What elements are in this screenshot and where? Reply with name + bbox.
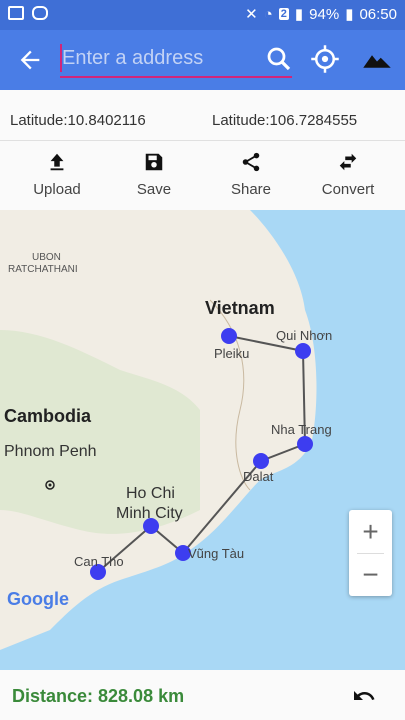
- map-label-minhcity: Minh City: [116, 505, 183, 522]
- upload-button[interactable]: Upload: [17, 151, 97, 198]
- status-bar: ✕ ◔ 2 ▮ 94% ▮ 06:50: [0, 0, 405, 30]
- map-canvas: UBON RATCHATHANI Vietnam Pleiku Qui Nhơn…: [0, 210, 405, 670]
- terrain-icon[interactable]: [362, 44, 394, 76]
- google-logo: Google: [7, 589, 69, 609]
- distance-text: Distance: 828.08 km: [12, 686, 185, 706]
- save-icon: [145, 153, 163, 171]
- map-label-phnompenh: Phnom Penh: [4, 443, 97, 460]
- clock: 06:50: [359, 5, 397, 23]
- map-label-dalat: Dalat: [243, 469, 274, 484]
- map-label-cambodia: Cambodia: [4, 406, 92, 426]
- map-label-pleiku: Pleiku: [214, 346, 249, 361]
- address-search-input[interactable]: [60, 42, 294, 74]
- my-location-icon[interactable]: [310, 44, 342, 76]
- sim-badge: 2: [278, 8, 289, 20]
- zoom-out-button[interactable]: −: [349, 553, 392, 596]
- convert-label: Convert: [321, 181, 375, 198]
- map-label-ratchathani: RATCHATHANI: [8, 264, 78, 275]
- gallery-notification-icon: [8, 6, 24, 20]
- map-label-cantho: Can Tho: [74, 554, 124, 569]
- map-label-quinhon: Qui Nhơn: [276, 328, 332, 343]
- share-icon: [242, 152, 260, 172]
- app-notification-icon: [32, 6, 48, 20]
- map-view[interactable]: UBON RATCHATHANI Vietnam Pleiku Qui Nhơn…: [0, 210, 405, 670]
- map-label-hochi: Ho Chi: [126, 485, 175, 502]
- map-label-vungtau: Vũng Tàu: [188, 546, 244, 561]
- route-marker[interactable]: [253, 453, 269, 469]
- wifi-icon: ◔: [263, 5, 273, 23]
- share-label: Share: [230, 181, 272, 198]
- share-button[interactable]: Share: [211, 151, 291, 198]
- map-label-ubon: UBON: [32, 252, 61, 263]
- search-field[interactable]: [60, 42, 294, 78]
- zoom-divider: [357, 553, 384, 554]
- longitude-value: Latitude:106.7284555: [212, 112, 358, 129]
- undo-icon[interactable]: [350, 684, 378, 708]
- map-label-nhatrang: Nha Trang: [271, 422, 332, 437]
- route-marker[interactable]: [297, 436, 313, 452]
- battery-percent: 94%: [309, 5, 340, 23]
- signal-icon: ▮: [294, 6, 304, 23]
- save-button[interactable]: Save: [114, 151, 194, 198]
- route-marker[interactable]: [221, 328, 237, 344]
- zoom-in-button[interactable]: +: [349, 510, 392, 553]
- upload-icon: [50, 153, 64, 171]
- swap-icon: [339, 153, 357, 171]
- back-arrow-icon[interactable]: [16, 46, 44, 74]
- map-label-vietnam: Vietnam: [205, 298, 275, 318]
- coordinates-bar: Latitude:10.8402116 Latitude:106.7284555: [0, 90, 405, 140]
- save-label: Save: [136, 181, 172, 198]
- upload-label: Upload: [33, 181, 81, 198]
- battery-icon: ▮: [345, 6, 354, 23]
- mute-icon: ✕: [245, 6, 258, 23]
- distance-bar: Distance: 828.08 km: [0, 670, 405, 720]
- capital-marker-dot: [48, 483, 52, 487]
- zoom-controls: + −: [349, 510, 392, 596]
- app-toolbar: [0, 30, 405, 90]
- latitude-value: Latitude:10.8402116: [10, 112, 146, 129]
- convert-button[interactable]: Convert: [308, 151, 388, 198]
- action-row: Upload Save Share Convert: [0, 140, 405, 211]
- search-icon[interactable]: [264, 44, 296, 76]
- route-marker[interactable]: [295, 343, 311, 359]
- text-caret: [60, 44, 62, 72]
